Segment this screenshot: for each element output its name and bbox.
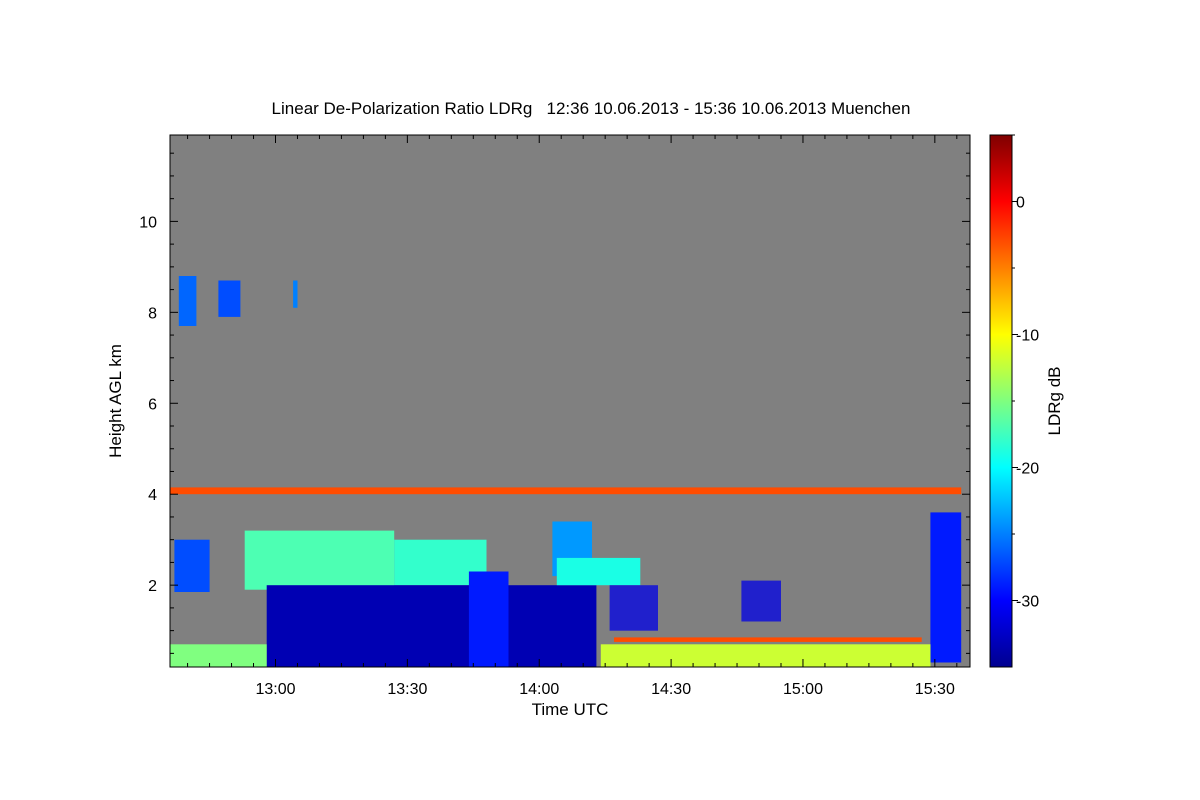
x-tick-label: 14:30 [651,681,691,698]
colorbar [989,134,1013,668]
ldr-region-9 [468,571,509,667]
ldr-region-5 [174,539,210,592]
ldr-region-14 [930,512,962,663]
ldr-region-4 [170,487,962,495]
y-tick-label: 2 [148,578,157,595]
ldr-region-17 [614,637,922,642]
colorbar-tick-label: -30 [1016,594,1039,611]
ldr-region-6 [244,530,395,590]
ldr-region-12 [609,585,658,631]
y-tick-label: 8 [148,305,157,322]
ldr-region-3 [293,280,298,308]
y-axis-title: Height AGL km [106,344,125,458]
ldr-region-8 [266,585,597,667]
x-tick-label: 15:00 [783,681,823,698]
x-tick-label: 13:00 [255,681,295,698]
ldr-region-11 [556,557,641,586]
colorbar-title: LDRg dB [1045,367,1064,436]
x-tick-label: 13:30 [387,681,427,698]
x-tick-label: 15:30 [915,681,955,698]
ldr-region-13 [741,580,781,622]
colorbar-tick-label: 0 [1016,195,1025,212]
chart-title: Linear De-Polarization Ratio LDRg 12:36 … [272,99,911,118]
colorbar-tick-label: -20 [1016,461,1039,478]
colorbar-tick-label: -10 [1016,328,1039,345]
ldr-region-1 [178,276,197,326]
y-tick-label: 10 [139,214,157,231]
ldr-region-16 [600,644,931,667]
y-tick-label: 4 [148,487,157,504]
y-tick-label: 6 [148,396,157,413]
x-tick-label: 14:00 [519,681,559,698]
colorbar-axis: 0 -10 -20 -30 [1012,134,1039,611]
ldr-chart: Linear De-Polarization Ratio LDRg 12:36 … [106,99,1064,719]
ldr-region-2 [218,280,241,317]
x-axis-title: Time UTC [532,700,609,719]
ldr-region-15 [170,644,267,667]
